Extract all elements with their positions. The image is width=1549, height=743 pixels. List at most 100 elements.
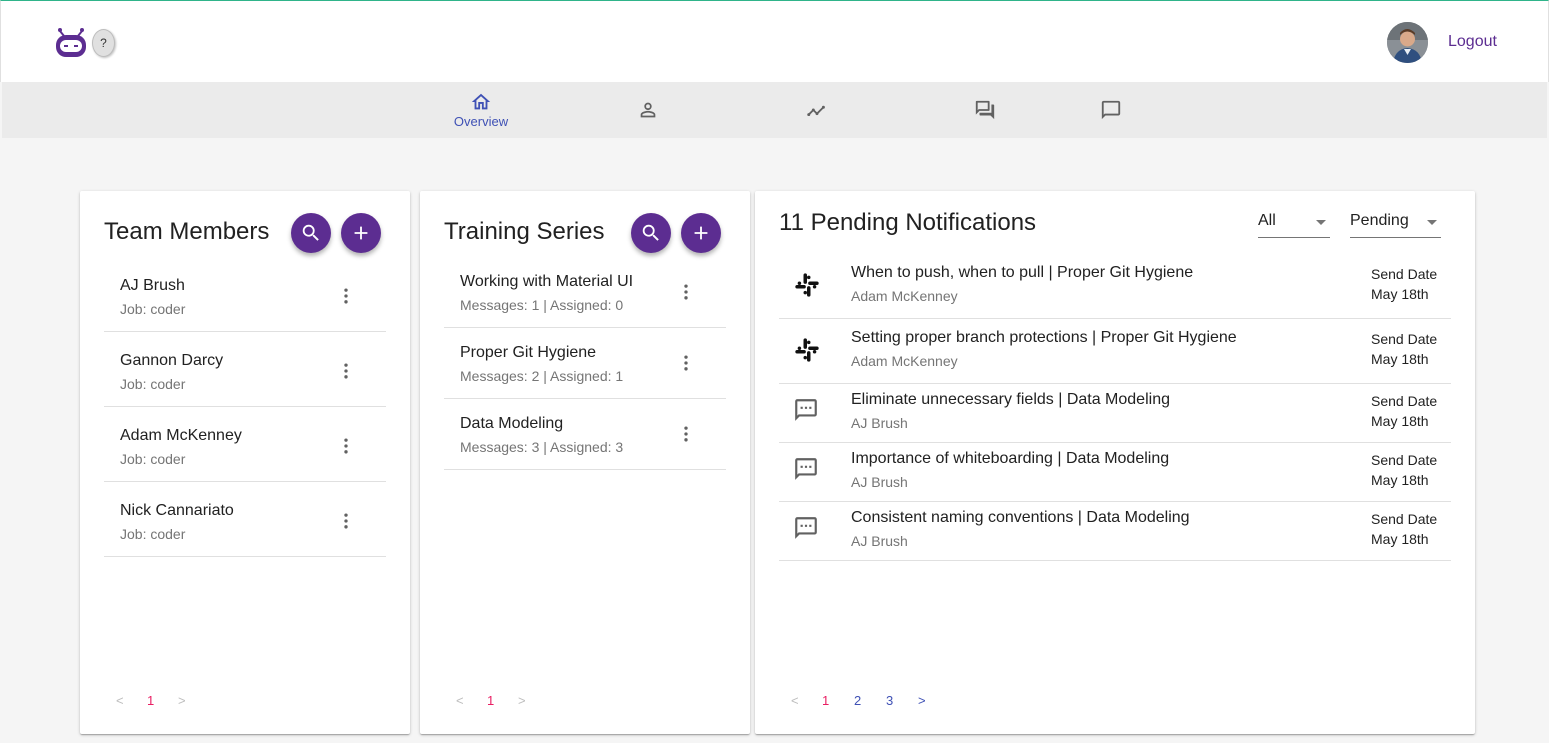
notification-title: Importance of whiteboarding | Data Model…: [851, 450, 1170, 467]
platform-filter-select[interactable]: All: [1258, 212, 1330, 238]
add-team-member-button[interactable]: [341, 213, 381, 253]
more-options-button[interactable]: [334, 359, 358, 383]
list-item[interactable]: Gannon Darcy Job: coder: [104, 332, 386, 407]
notification-recipient: Adam McKenney: [851, 288, 958, 304]
avatar[interactable]: [1387, 22, 1428, 63]
notifications-title: 11 Pending Notifications: [779, 209, 1037, 236]
more-options-button[interactable]: [334, 434, 358, 458]
search-icon: [302, 224, 319, 241]
send-date-label: Send Date: [1371, 266, 1438, 282]
member-job: Job: coder: [120, 376, 186, 392]
forum-icon: [975, 100, 995, 120]
send-date-label: Send Date: [1371, 331, 1438, 347]
series-meta: Messages: 2 | Assigned: 1: [460, 368, 624, 384]
tab-person[interactable]: [626, 82, 670, 138]
page-2-button[interactable]: 2: [854, 693, 861, 708]
more-vert-icon: [684, 426, 688, 442]
notification-row[interactable]: Consistent naming conventions | Data Mod…: [779, 502, 1451, 561]
status-filter-value: Pending: [1350, 212, 1409, 229]
more-options-button[interactable]: [674, 422, 698, 446]
more-options-button[interactable]: [334, 509, 358, 533]
more-vert-icon: [684, 355, 688, 371]
more-vert-icon: [344, 363, 348, 379]
chat-bubble-icon: [1101, 100, 1121, 120]
team-members-title: Team Members: [104, 218, 270, 245]
pagination: < 1 2 3 >: [791, 693, 941, 709]
notification-title: Setting proper branch protections | Prop…: [851, 329, 1237, 346]
notification-recipient: AJ Brush: [851, 533, 908, 549]
trending-icon: [807, 105, 825, 117]
member-name: Nick Cannariato: [120, 502, 234, 519]
next-page-button[interactable]: >: [918, 693, 926, 708]
page-1-button[interactable]: 1: [822, 693, 829, 708]
send-date-value: May 18th: [1371, 531, 1429, 547]
more-options-button[interactable]: [674, 351, 698, 375]
notification-row[interactable]: Importance of whiteboarding | Data Model…: [779, 443, 1451, 502]
member-job: Job: coder: [120, 526, 186, 542]
more-options-button[interactable]: [334, 284, 358, 308]
notification-recipient: AJ Brush: [851, 415, 908, 431]
send-date-value: May 18th: [1371, 472, 1429, 488]
top-app-bar: ? Logout: [0, 0, 1549, 82]
person-icon: [640, 102, 656, 118]
status-filter-select[interactable]: Pending: [1350, 212, 1441, 238]
list-item[interactable]: Nick Cannariato Job: coder: [104, 482, 386, 557]
series-name: Data Modeling: [460, 415, 564, 432]
team-members-card: Team Members AJ Brush Job: coder Gannon …: [80, 191, 410, 734]
prev-page-button[interactable]: <: [791, 693, 799, 708]
send-date-value: May 18th: [1371, 413, 1429, 429]
notification-recipient: Adam McKenney: [851, 353, 958, 369]
series-name: Proper Git Hygiene: [460, 344, 597, 361]
platform-filter-value: All: [1258, 212, 1276, 229]
list-item[interactable]: Working with Material UI Messages: 1 | A…: [444, 262, 726, 328]
member-job: Job: coder: [120, 451, 186, 467]
prev-page-button[interactable]: <: [116, 693, 124, 708]
notification-row[interactable]: When to push, when to pull | Proper Git …: [779, 254, 1451, 319]
list-item[interactable]: Data Modeling Messages: 3 | Assigned: 3: [444, 399, 726, 470]
send-date-label: Send Date: [1371, 452, 1438, 468]
more-vert-icon: [344, 513, 348, 529]
page-1-button[interactable]: 1: [147, 693, 154, 708]
page-1-button[interactable]: 1: [487, 693, 494, 708]
training-series-title: Training Series: [444, 218, 605, 245]
series-meta: Messages: 3 | Assigned: 3: [460, 439, 624, 455]
send-date-label: Send Date: [1371, 393, 1438, 409]
notification-title: When to push, when to pull | Proper Git …: [851, 264, 1194, 281]
bot-logo-icon[interactable]: [54, 26, 88, 60]
more-vert-icon: [344, 288, 348, 304]
pagination: < 1 >: [116, 693, 196, 709]
member-name: Gannon Darcy: [120, 352, 224, 369]
notification-recipient: AJ Brush: [851, 474, 908, 490]
member-name: Adam McKenney: [120, 427, 242, 444]
slack-icon: [793, 271, 821, 299]
logout-link[interactable]: Logout: [1448, 33, 1497, 51]
list-item[interactable]: Adam McKenney Job: coder: [104, 407, 386, 482]
notification-title: Consistent naming conventions | Data Mod…: [851, 509, 1190, 526]
list-item[interactable]: AJ Brush Job: coder: [104, 266, 386, 332]
tab-forum[interactable]: [963, 82, 1007, 138]
tab-overview[interactable]: Overview: [448, 82, 514, 138]
sms-icon: [793, 397, 821, 425]
member-job: Job: coder: [120, 301, 186, 317]
prev-page-button[interactable]: <: [456, 693, 464, 708]
search-team-button[interactable]: [291, 213, 331, 253]
more-options-button[interactable]: [674, 280, 698, 304]
page-3-button[interactable]: 3: [886, 693, 893, 708]
nav-bar: Overview: [2, 82, 1547, 138]
search-icon: [642, 224, 659, 241]
search-series-button[interactable]: [631, 213, 671, 253]
series-name: Working with Material UI: [460, 273, 634, 290]
dropdown-arrow-icon: [1427, 220, 1437, 225]
next-page-button[interactable]: >: [518, 693, 526, 708]
tab-overview-label: Overview: [453, 114, 509, 129]
add-icon: [694, 226, 708, 240]
tab-chat[interactable]: [1089, 82, 1133, 138]
notification-row[interactable]: Eliminate unnecessary fields | Data Mode…: [779, 384, 1451, 443]
notification-row[interactable]: Setting proper branch protections | Prop…: [779, 319, 1451, 384]
dropdown-arrow-icon: [1316, 220, 1326, 225]
list-item[interactable]: Proper Git Hygiene Messages: 2 | Assigne…: [444, 328, 726, 399]
add-series-button[interactable]: [681, 213, 721, 253]
next-page-button[interactable]: >: [178, 693, 186, 708]
tab-analytics[interactable]: [795, 82, 839, 138]
help-badge[interactable]: ?: [92, 29, 115, 57]
